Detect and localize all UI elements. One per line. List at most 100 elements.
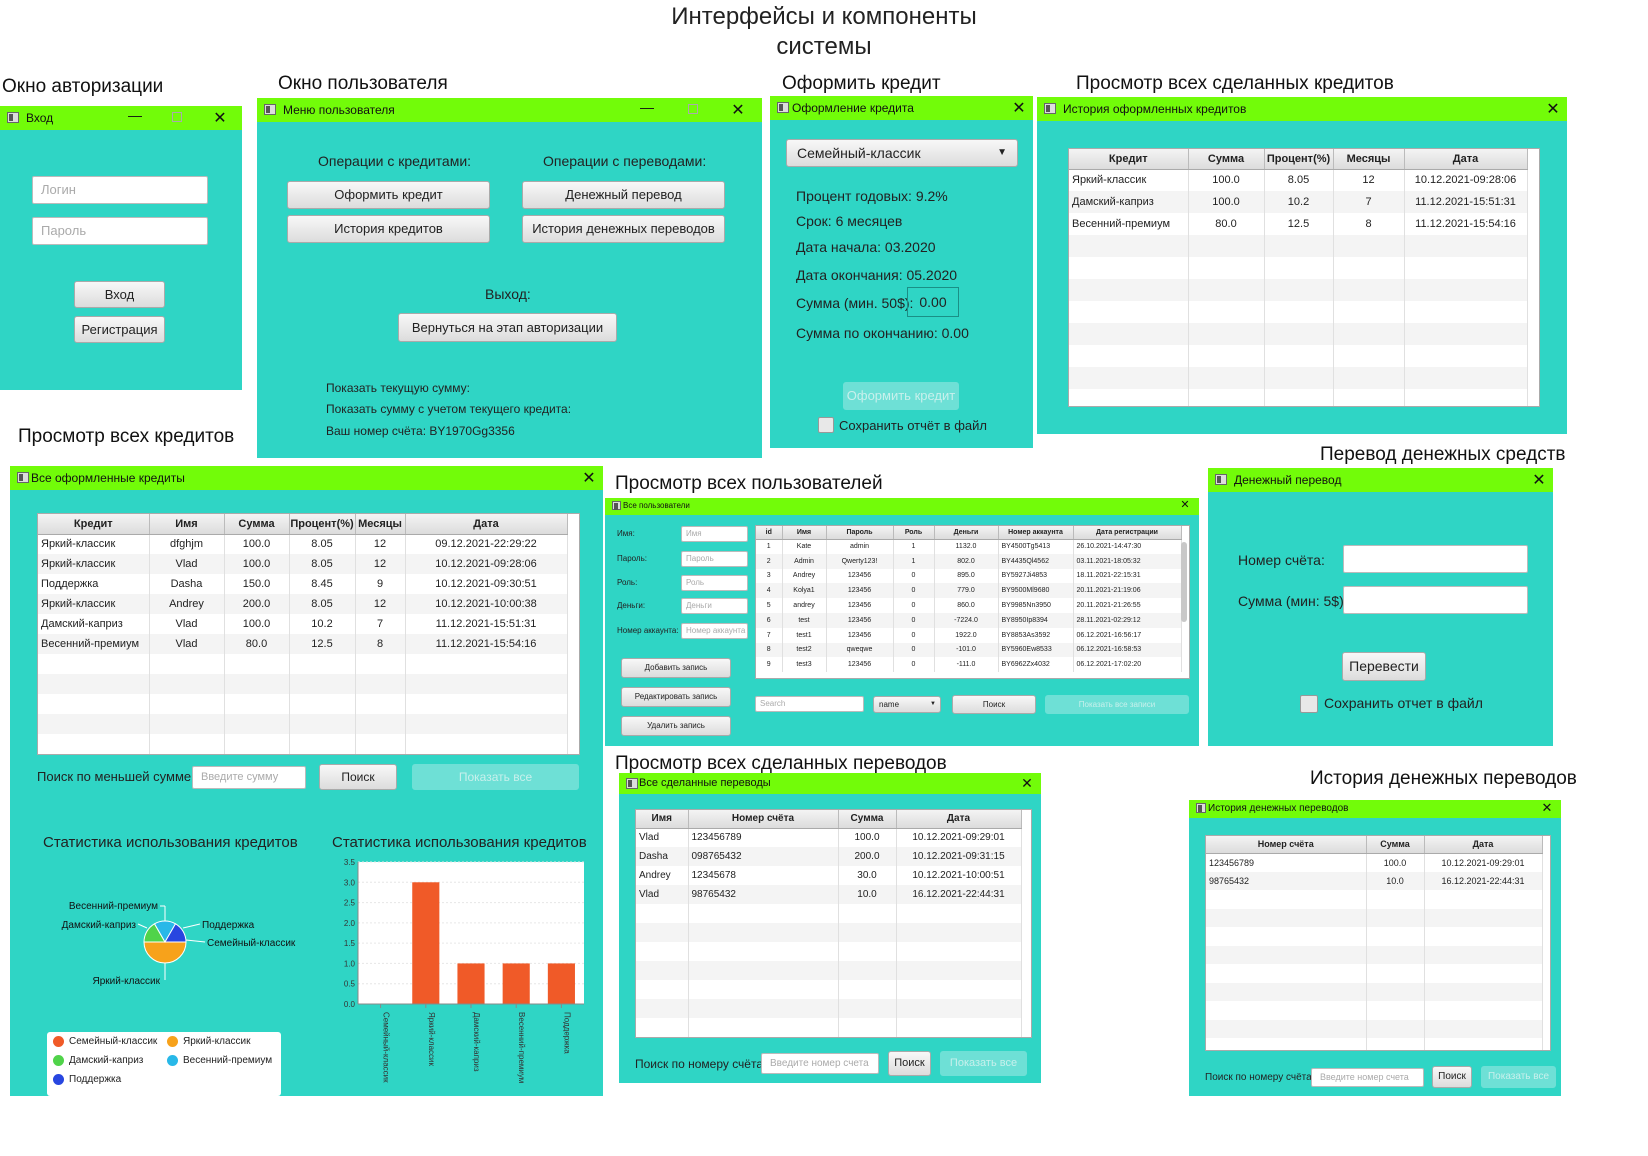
user-money-input[interactable]: Деньги [681, 598, 748, 614]
column-header[interactable]: Сумма [838, 810, 897, 829]
user-account-input[interactable]: Номер аккаунта [681, 623, 748, 639]
table-row[interactable]: 9 test3 123456 0 -111.0 BY6962Zx4032 06.12.202… [756, 657, 1182, 673]
table-row[interactable]: Дамский-каприз 100.0 10.2 7 11.12.2021-15:51… [1069, 191, 1528, 213]
table-row[interactable]: Яркий-классик Andrey 200.0 8.05 12 10.12.2021… [38, 594, 568, 614]
empty-row[interactable] [636, 1018, 1022, 1037]
send-transfer-button[interactable]: Перевести [1342, 652, 1426, 681]
table-row[interactable]: Яркий-классик 100.0 8.05 12 10.12.2021-09:28… [1069, 169, 1528, 191]
table-row[interactable]: 1 Kate admin 1 1132.0 BY4500Tg5413 26.10.2021-… [756, 539, 1182, 554]
close-icon[interactable]: ✕ [581, 468, 597, 488]
table-row[interactable]: 6 test 123456 0 -7224.0 BY8950Ip8394 28.11.202… [756, 612, 1182, 628]
table-row[interactable]: Яркий-классик dfghjm 100.0 8.05 12 09.12.2021… [38, 534, 568, 554]
empty-row[interactable] [1206, 964, 1543, 983]
users-filter-select[interactable]: name ▼ [873, 696, 941, 713]
table-row[interactable]: 3 Andrey 123456 0 895.0 BY5927Ji4853 18.11.202… [756, 568, 1182, 584]
column-header[interactable]: Сумма [1366, 836, 1425, 854]
column-header[interactable]: Месяцы [1333, 149, 1405, 170]
column-header[interactable]: Кредит [38, 514, 150, 535]
sum-input[interactable]: 0.00 [907, 287, 959, 317]
thistory-search-input[interactable]: Введите номер счета [1311, 1068, 1424, 1087]
column-header[interactable]: Процент(%) [289, 514, 356, 535]
column-header[interactable]: Сумма [224, 514, 290, 535]
empty-row[interactable] [1206, 945, 1543, 964]
show-all-credits-button[interactable]: Показать все [412, 764, 579, 790]
empty-row[interactable] [1069, 323, 1528, 345]
save-transfer-report-checkbox[interactable] [1300, 695, 1318, 713]
column-header[interactable]: Номер счёта [688, 810, 839, 829]
delete-record-button[interactable]: Удалить запись [621, 716, 731, 736]
column-header[interactable]: Имя [149, 514, 225, 535]
table-row[interactable]: Vlad 123456789 100.0 10.12.2021-09:29:01 [636, 828, 1022, 847]
table-row[interactable]: Дамский-каприз Vlad 100.0 10.2 7 11.12.2021-1… [38, 614, 568, 634]
empty-row[interactable] [636, 999, 1022, 1018]
table-row[interactable]: Andrey 12345678 30.0 10.12.2021-10:00:51 [636, 866, 1022, 885]
password-input[interactable]: Пароль [32, 217, 208, 245]
column-header[interactable]: Месяцы [355, 514, 406, 535]
edit-record-button[interactable]: Редактировать запись [621, 687, 731, 707]
empty-row[interactable] [1069, 345, 1528, 367]
column-header[interactable]: Дата [1404, 149, 1528, 170]
column-header[interactable]: Деньги [934, 526, 999, 540]
column-header[interactable]: Пароль [826, 526, 894, 540]
empty-row[interactable] [1069, 301, 1528, 323]
table-row[interactable]: 5 andrey 123456 0 860.0 BY9985Nn3950 20.11.202… [756, 598, 1182, 613]
empty-row[interactable] [636, 980, 1022, 999]
column-header[interactable]: Дата [405, 514, 568, 535]
empty-row[interactable] [1069, 235, 1528, 257]
credit-history-button[interactable]: История кредитов [287, 215, 490, 243]
users-table-scrollbar[interactable] [1181, 542, 1187, 622]
transfer-sum-input[interactable] [1343, 586, 1528, 614]
table-row[interactable]: Поддержка Dasha 150.0 8.45 9 10.12.2021-09:30… [38, 574, 568, 594]
table-row[interactable]: Vlad 98765432 10.0 16.12.2021-22:44:31 [636, 885, 1022, 904]
empty-row[interactable] [636, 923, 1022, 942]
empty-row[interactable] [636, 961, 1022, 980]
column-header[interactable]: Номер счёта [1206, 836, 1367, 854]
transfers-search-button[interactable]: Поиск [888, 1051, 931, 1076]
transfers-show-all-button[interactable]: Показать все [940, 1051, 1027, 1076]
table-row[interactable]: 7 test1 123456 0 1922.0 BY8853As3592 06.12.202… [756, 627, 1182, 643]
column-header[interactable]: Сумма [1188, 149, 1265, 170]
empty-row[interactable] [1069, 367, 1528, 389]
empty-row[interactable] [1206, 1038, 1543, 1050]
table-row[interactable]: 2 Admin Qwerty123! 1 802.0 BY4435Ql4562 03.11.… [756, 553, 1182, 569]
login-button[interactable]: Вход [74, 281, 165, 308]
users-search-button[interactable]: Поиск [952, 695, 1036, 714]
close-icon[interactable]: ✕ [1177, 498, 1193, 511]
users-search-input[interactable]: Search [755, 696, 864, 712]
maximize-icon[interactable] [688, 104, 698, 114]
table-row[interactable]: Dasha 098765432 200.0 10.12.2021-09:31:15 [636, 847, 1022, 866]
users-show-all-button[interactable]: Показать все записи [1045, 695, 1189, 714]
close-icon[interactable]: ✕ [1539, 800, 1555, 816]
show-sum-label[interactable]: Показать текущую сумму: [326, 381, 470, 395]
column-header[interactable]: Кредит [1069, 149, 1189, 170]
close-icon[interactable]: ✕ [1545, 99, 1561, 119]
money-transfer-button[interactable]: Денежный перевод [522, 181, 725, 209]
table-row[interactable]: 123456789 100.0 10.12.2021-09:29:01 [1206, 853, 1543, 872]
table-row[interactable]: Весенний-премиум Vlad 80.0 12.5 8 11.12.2021-… [38, 634, 568, 654]
close-icon[interactable]: ✕ [1011, 98, 1027, 118]
empty-row[interactable] [636, 904, 1022, 923]
close-icon[interactable]: ✕ [1019, 775, 1035, 792]
table-row[interactable]: 98765432 10.0 16.12.2021-22:44:31 [1206, 871, 1543, 890]
empty-row[interactable] [1206, 1001, 1543, 1020]
column-header[interactable]: Процент(%) [1264, 149, 1334, 170]
close-icon[interactable]: ✕ [1531, 470, 1547, 490]
minimize-icon[interactable]: — [128, 107, 142, 123]
table-row[interactable]: 8 test2 qweqwe 0 -101.0 BY5960Ew8533 06.12.202… [756, 642, 1182, 658]
table-row[interactable]: 4 Kolya1 123456 0 779.0 BY9500Ml9680 20.11.202… [756, 583, 1182, 599]
table-row[interactable]: Весенний-премиум 80.0 12.5 8 11.12.2021-15:5… [1069, 213, 1528, 235]
column-header[interactable]: Имя [636, 810, 689, 829]
user-role-input[interactable]: Роль [681, 575, 748, 591]
empty-row[interactable] [1069, 389, 1528, 406]
empty-row[interactable] [1206, 927, 1543, 946]
maximize-icon[interactable] [172, 112, 182, 122]
empty-row[interactable] [1206, 908, 1543, 927]
empty-row[interactable] [38, 694, 568, 714]
column-header[interactable]: Дата регистрации [1073, 526, 1182, 540]
min-sum-search-input[interactable]: Введите сумму [192, 766, 306, 789]
empty-row[interactable] [1206, 890, 1543, 909]
register-button[interactable]: Регистрация [74, 316, 165, 343]
account-input[interactable] [1343, 545, 1528, 573]
submit-credit-button[interactable]: Оформить кредит [843, 382, 959, 410]
close-icon[interactable]: ✕ [212, 108, 228, 128]
